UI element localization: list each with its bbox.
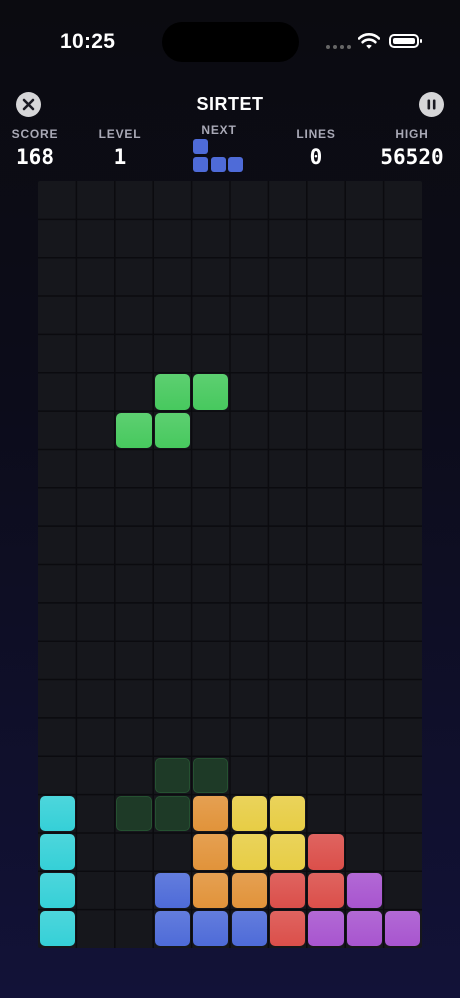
status-time: 10:25 (60, 30, 116, 53)
ghost-piece-block (154, 757, 191, 794)
locked-block (269, 796, 306, 832)
locked-block (231, 796, 267, 832)
ghost-piece-block (193, 757, 229, 794)
locked-block (39, 872, 75, 909)
high-score-stat: HIGH 56520 (367, 126, 457, 169)
locked-block (39, 834, 75, 870)
lines-stat: LINES 0 (271, 126, 361, 169)
active-piece-block (154, 374, 191, 410)
game-screen: 10:25 SIRTET SCORE 168 LEVEL 1 NEXT LINE… (0, 0, 460, 998)
locked-block (346, 911, 383, 947)
locked-block (308, 872, 344, 909)
wifi-icon (358, 33, 380, 49)
locked-block (39, 796, 75, 832)
locked-block (39, 911, 75, 947)
locked-block (269, 911, 306, 947)
next-piece-block (210, 156, 226, 172)
lines-value: 0 (309, 145, 323, 169)
high-score-value: 56520 (380, 145, 444, 169)
locked-block (308, 911, 344, 947)
active-piece-block (154, 412, 191, 448)
ghost-piece-block (154, 796, 191, 832)
score-stat: SCORE 168 (0, 126, 80, 169)
level-value: 1 (113, 145, 127, 169)
level-stat: LEVEL 1 (75, 126, 165, 169)
lines-label: LINES (296, 127, 336, 141)
locked-block (193, 796, 229, 832)
board-grid (38, 181, 422, 948)
locked-block (193, 872, 229, 909)
pause-icon (427, 99, 436, 110)
locked-block (385, 911, 421, 947)
dynamic-island (162, 22, 299, 62)
locked-block (154, 872, 191, 909)
locked-block (308, 834, 344, 870)
active-piece-block (193, 374, 229, 410)
ghost-piece-block (116, 796, 152, 832)
locked-block (231, 834, 267, 870)
high-score-label: HIGH (395, 127, 429, 141)
next-piece-block (193, 139, 208, 154)
pause-button[interactable] (419, 92, 444, 117)
locked-block (154, 911, 191, 947)
battery-icon (389, 34, 422, 48)
score-value: 168 (16, 145, 54, 169)
score-label: SCORE (11, 127, 59, 141)
locked-block (193, 834, 229, 870)
game-board[interactable] (38, 181, 422, 948)
active-piece-block (116, 412, 152, 448)
next-piece-block (228, 156, 243, 172)
status-bar: 10:25 (0, 0, 460, 80)
locked-block (269, 834, 306, 870)
locked-block (346, 872, 383, 909)
locked-block (231, 872, 267, 909)
locked-block (269, 872, 306, 909)
level-label: LEVEL (98, 127, 142, 141)
game-title: SIRTET (196, 94, 264, 114)
locked-block (193, 911, 229, 947)
cellular-signal-icon (326, 39, 351, 49)
locked-block (231, 911, 267, 947)
next-piece-preview (193, 139, 245, 172)
next-piece-block (193, 156, 208, 172)
next-label: NEXT (201, 123, 237, 137)
